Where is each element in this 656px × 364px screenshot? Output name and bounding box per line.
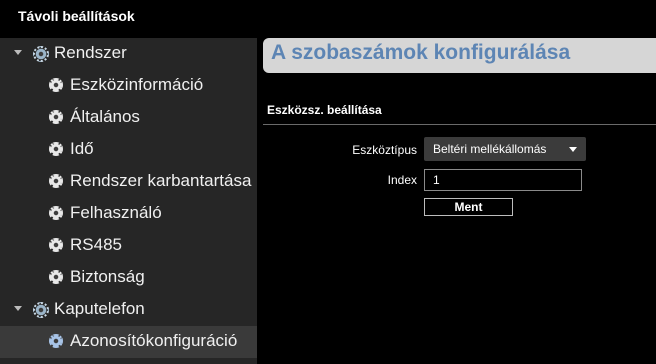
index-label: Index (387, 173, 417, 187)
save-button[interactable]: Ment (424, 198, 513, 216)
gear-icon (33, 302, 49, 318)
sidebar-item-label: Azonosítókonfiguráció (70, 331, 238, 350)
sidebar-item-label: Rendszer karbantartása (70, 171, 252, 190)
page-title-bar: A szobaszámok konfigurálása (263, 38, 656, 73)
gear-icon (49, 174, 63, 188)
chevron-down-icon[interactable] (14, 306, 22, 311)
gear-icon (49, 334, 63, 348)
device-type-value: Beltéri mellékállomás (433, 142, 547, 156)
sidebar-item-biztonsag[interactable]: Biztonság (0, 262, 257, 294)
sidebar-group-label: Rendszer (54, 43, 127, 62)
gear-icon (49, 206, 63, 220)
sidebar-item-rendszer-karbantartasa[interactable]: Rendszer karbantartása (0, 166, 257, 198)
sidebar-item-label: Biztonság (70, 267, 145, 286)
sidebar-group-label: Kaputelefon (54, 299, 145, 318)
section-title: Eszközsz. beállítása (267, 103, 382, 117)
sidebar-item-label: Felhasználó (70, 203, 162, 222)
chevron-down-icon (569, 147, 577, 152)
section-divider (263, 124, 656, 125)
page-title: A szobaszámok konfigurálása (271, 41, 571, 64)
gear-icon (49, 270, 63, 284)
device-type-select[interactable]: Beltéri mellékállomás (424, 137, 586, 161)
sidebar-item-eszkozinformacio[interactable]: Eszközinformáció (0, 70, 257, 102)
sidebar-item-altalanos[interactable]: Általános (0, 102, 257, 134)
device-type-label: Eszköztípus (352, 143, 417, 157)
sidebar-group-kaputelefon[interactable]: Kaputelefon (0, 294, 257, 326)
index-input[interactable] (424, 169, 582, 191)
chevron-down-icon[interactable] (14, 50, 22, 55)
gear-icon (33, 46, 49, 62)
gear-icon (49, 142, 63, 156)
sidebar: Rendszer Eszközinformáció Általános Idő … (0, 38, 257, 364)
sidebar-item-label: Eszközinformáció (70, 75, 204, 94)
gear-icon (49, 238, 63, 252)
sidebar-item-ido[interactable]: Idő (0, 134, 257, 166)
window-titlebar: Távoli beállítások (0, 0, 656, 34)
sidebar-item-label: Idő (70, 139, 94, 158)
gear-icon (49, 78, 63, 92)
sidebar-item-azonositokonfiguracio[interactable]: Azonosítókonfiguráció (0, 326, 257, 358)
sidebar-group-rendszer[interactable]: Rendszer (0, 38, 257, 70)
window-title: Távoli beállítások (18, 8, 135, 24)
sidebar-item-felhasznalo[interactable]: Felhasználó (0, 198, 257, 230)
sidebar-item-label: RS485 (70, 235, 122, 254)
gear-icon (49, 110, 63, 124)
sidebar-item-rs485[interactable]: RS485 (0, 230, 257, 262)
sidebar-item-label: Általános (70, 107, 140, 126)
